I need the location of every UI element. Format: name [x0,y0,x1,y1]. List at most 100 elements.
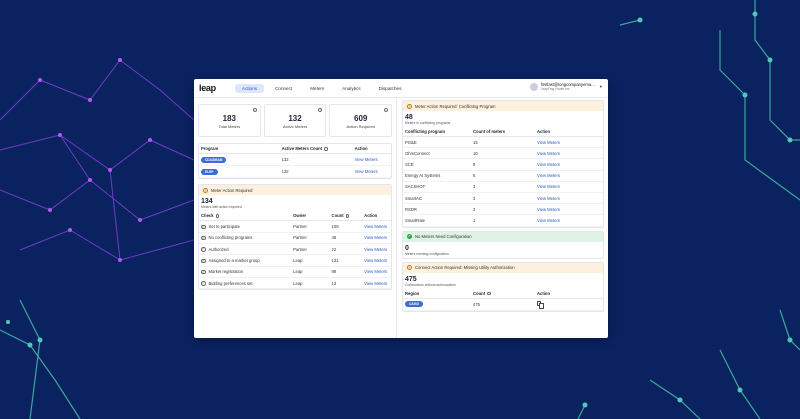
conflicting-sub: Meters in conflicting programs [405,121,451,125]
warning-banner: ! Connect Action Required: Missing Utili… [403,262,603,273]
program-pill[interactable]: CDA/DRAM [201,156,227,163]
view-meters-link[interactable]: View Meters [362,243,391,256]
view-meters-link[interactable]: View Meters [362,220,391,233]
view-meters-link[interactable]: View Meters [535,147,603,160]
table-row: SmartRate 1 View Meters [403,214,603,227]
user-info: firstlast@longcompanyema... LeapFrog Pow… [541,82,595,91]
view-meters-link[interactable]: View Meters [535,181,603,193]
table-row: ELRP 132 View Meters [199,165,391,179]
banner-text: No Meters Need Configuration [415,234,472,239]
nav-tabs: Actions Connect Meters Analytics Dispatc… [235,83,409,93]
meter-action-sub: Meters with action required [201,205,242,210]
avatar [529,82,538,91]
column-header: Count [329,211,363,222]
conflicting-program-section: ! Meter Action Required: Conflicting Pro… [402,100,604,228]
check-icon: ✓ [201,224,206,230]
check-icon: ✓ [201,247,206,252]
tab-dispatches[interactable]: Dispatches [372,84,409,93]
table-row: Energy AI Systems 5 View Meters [403,170,603,182]
table-header-row: Check Owner Count Action [199,211,391,222]
table-row: ✓ Set to participate Partner 109 View Met… [199,220,391,233]
view-meters-link[interactable]: View Meters [352,153,391,167]
chevron-down-icon[interactable]: ▾ [600,84,602,90]
stat-value: 609 [354,114,368,123]
table-row: OhmConnect 10 View Meters [403,147,603,160]
warning-icon: ! [407,265,412,270]
connect-action-sub: Connections without authorization [405,282,456,287]
view-meters-link[interactable]: View Meters [535,170,603,182]
stat-card-action-required: i 609 Action Required [329,104,393,137]
info-icon[interactable] [324,147,328,151]
info-icon[interactable]: i [252,108,257,112]
column-header: Region [403,288,471,299]
tab-meters[interactable]: Meters [303,84,331,93]
main-content: i 183 Total Meters i 132 Active Meters i… [194,98,608,338]
column-header: Action [352,144,391,154]
table-row: RSDR 2 View Meters [403,203,603,216]
table-cell: 132 [279,165,353,179]
info-icon[interactable] [345,214,350,219]
view-meters-link[interactable]: View Meters [535,158,603,171]
tab-connect[interactable]: Connect [268,84,299,93]
table-row: CAISO 475 [403,298,603,311]
table-row: ✓ Bidding preferences set Leap 13 View Me… [199,277,391,290]
info-icon[interactable] [487,291,491,296]
table-row: PG&E 15 View Meters [403,136,603,149]
stat-card-active-meters: i 132 Active Meters [263,104,327,137]
column-header: Check [199,211,292,222]
copy-icon[interactable] [537,301,544,309]
column-header: Active Meters Count [279,144,353,154]
user-menu[interactable]: firstlast@longcompanyema... LeapFrog Pow… [529,82,602,91]
stat-label: Active Meters [282,124,308,129]
stat-label: Action Required [346,124,375,129]
check-circle-icon: ✓ [407,234,412,239]
success-banner: ✓ No Meters Need Configuration [403,231,603,242]
view-meters-link[interactable]: View Meters [362,277,391,290]
view-meters-link[interactable]: View Meters [535,192,603,205]
column-header: Conflicting program [403,127,471,137]
view-meters-link[interactable]: View Meters [535,203,603,216]
view-meters-link[interactable]: View Meters [362,232,391,245]
warning-icon: ! [407,103,412,109]
leap-logo[interactable]: leap [199,83,235,93]
column-header: Count [471,288,535,299]
table-cell: 132 [279,153,353,167]
table-row: ✓ Authorized Partner 22 View Meters [199,243,391,256]
table-row: SCE 9 View Meters [403,158,603,171]
stat-value: 132 [288,114,302,123]
program-pill[interactable]: ELRP [201,168,218,175]
view-meters-link[interactable]: View Meters [535,214,603,227]
no-config-sub: Meters needing configuration [405,251,449,256]
user-org: LeapFrog Power Inc. [540,87,571,91]
table-header-row: Region Count Action [403,288,603,299]
programs-table: Program Active Meters Count Action CDA/D… [198,143,392,180]
table-header-row: Conflicting program Count of meters Acti… [403,127,603,137]
banner-text: Meter Action Required [211,187,253,193]
tab-actions[interactable]: Actions [235,83,265,93]
stat-card-total-meters: i 183 Total Meters [198,104,261,137]
left-column: i 183 Total Meters i 132 Active Meters i… [194,98,397,338]
table-row: ✓ No conflicting programs Partner 48 View… [199,232,391,245]
warning-banner: ! Meter Action Required: Conflicting Pro… [403,101,603,111]
table-row: ✓ Market registration Leap 98 View Meters [199,266,391,279]
view-meters-link[interactable]: View Meters [362,254,391,267]
check-icon: ✓ [201,235,206,241]
column-header: Action [362,211,391,222]
app-window: leap Actions Connect Meters Analytics Di… [194,79,608,338]
info-icon[interactable]: i [384,108,389,112]
info-icon[interactable] [215,214,220,219]
info-icon[interactable]: i [318,108,323,112]
no-config-section: ✓ No Meters Need Configuration 0 Meters … [402,230,604,259]
top-nav: leap Actions Connect Meters Analytics Di… [194,79,608,98]
view-meters-link[interactable]: View Meters [362,266,391,279]
right-column: ! Meter Action Required: Conflicting Pro… [397,98,608,338]
view-meters-link[interactable]: View Meters [352,165,391,179]
column-header: Program [199,144,280,154]
stat-value: 183 [222,114,237,123]
meter-action-count: 134 [201,198,213,206]
tab-analytics[interactable]: Analytics [335,84,367,93]
connect-action-section: ! Connect Action Required: Missing Utili… [402,261,604,312]
view-meters-link[interactable]: View Meters [535,136,603,149]
banner-text: Meter Action Required: Conflicting Progr… [415,103,496,109]
region-pill[interactable]: CAISO [405,301,424,308]
